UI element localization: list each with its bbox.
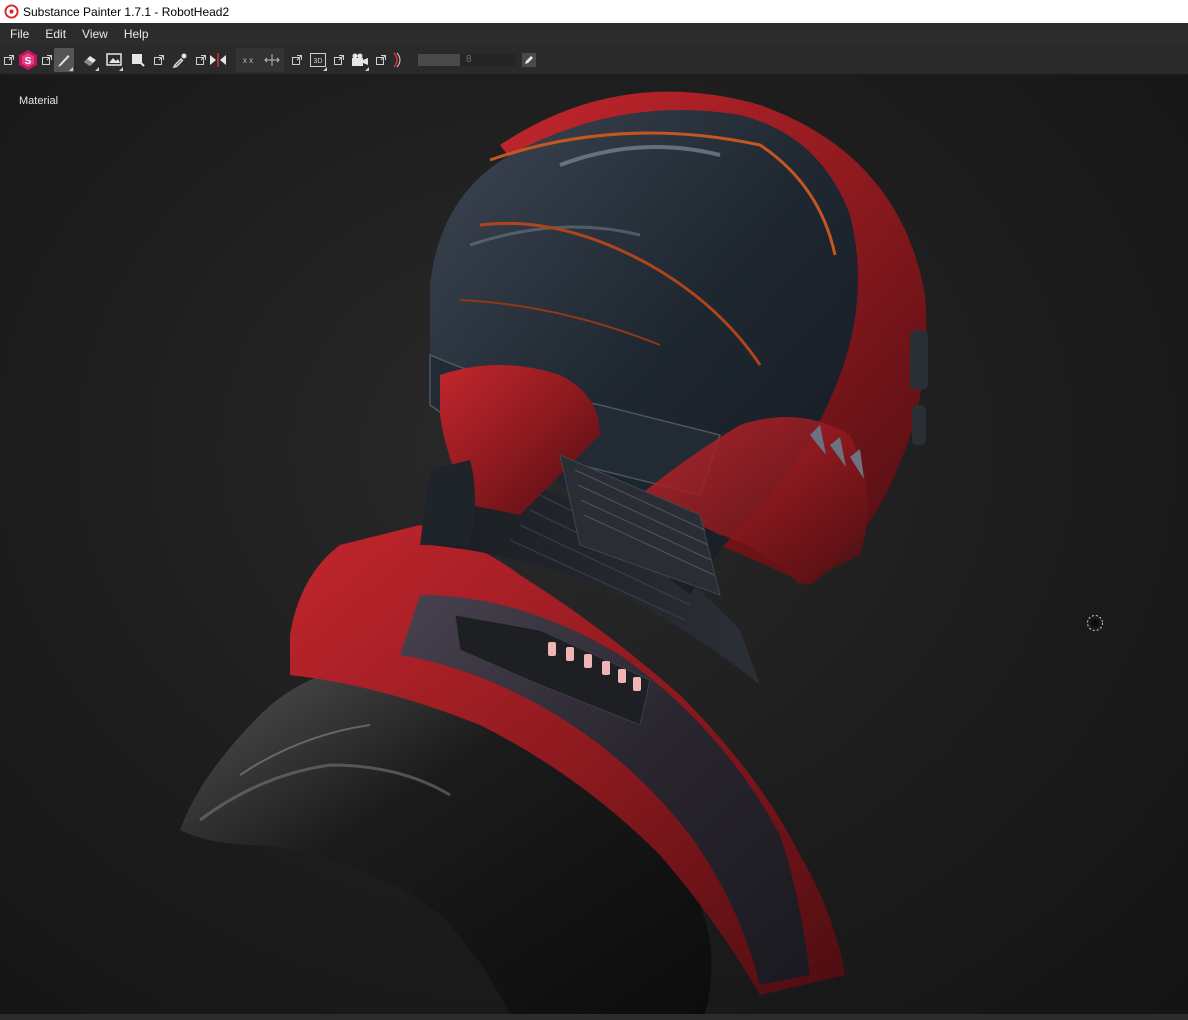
popout-icon[interactable] — [152, 48, 166, 72]
substance-logo-icon[interactable]: S — [16, 48, 40, 72]
popout-icon[interactable] — [2, 48, 16, 72]
projection-icon[interactable] — [104, 48, 124, 72]
viewport-channel-label: Material — [19, 95, 59, 107]
symmetry-x-icon[interactable]: x x — [236, 48, 260, 72]
popout-icon[interactable] — [374, 48, 388, 72]
lazy-mouse-icon[interactable] — [390, 48, 404, 72]
popout-icon[interactable] — [332, 48, 346, 72]
symmetry-y-icon[interactable] — [260, 48, 284, 72]
menu-edit[interactable]: Edit — [37, 23, 74, 45]
brush-size-fill — [418, 53, 460, 66]
substance-painter-logo-icon — [4, 4, 19, 19]
svg-text:S: S — [25, 56, 32, 67]
eraser-icon[interactable] — [80, 48, 100, 72]
menu-view[interactable]: View — [74, 23, 116, 45]
camera-icon[interactable] — [350, 48, 370, 72]
symmetry-icon[interactable] — [208, 48, 228, 72]
brush-cursor-icon — [1087, 615, 1103, 631]
menu-help[interactable]: Help — [116, 23, 157, 45]
popout-icon[interactable] — [290, 48, 304, 72]
color-picker-icon[interactable] — [170, 48, 190, 72]
robot-head-model — [180, 91, 928, 1014]
paint-brush-icon[interactable] — [54, 47, 74, 72]
menu-file[interactable]: File — [2, 23, 37, 45]
status-bar — [0, 1014, 1188, 1020]
window-title: Substance Painter 1.7.1 - RobotHead2 — [23, 4, 230, 19]
svg-text:3D: 3D — [314, 58, 323, 65]
menu-bar: File Edit View Help — [0, 23, 1188, 45]
popout-icon[interactable] — [194, 48, 208, 72]
tool-bar: S x x 3D 8 — [0, 45, 1188, 75]
title-bar: Substance Painter 1.7.1 - RobotHead2 — [0, 0, 1188, 23]
symmetry-axis-group: x x — [236, 47, 284, 72]
brush-size-slider[interactable]: 8 — [418, 53, 516, 66]
svg-text:x x: x x — [243, 56, 253, 65]
polygon-fill-icon[interactable] — [128, 48, 148, 72]
edit-icon[interactable] — [522, 52, 536, 67]
popout-icon[interactable] — [40, 48, 54, 72]
brush-size-value: 8 — [466, 54, 472, 65]
3d-view-icon[interactable]: 3D — [308, 48, 328, 72]
3d-viewport[interactable]: Material — [0, 75, 1188, 1014]
